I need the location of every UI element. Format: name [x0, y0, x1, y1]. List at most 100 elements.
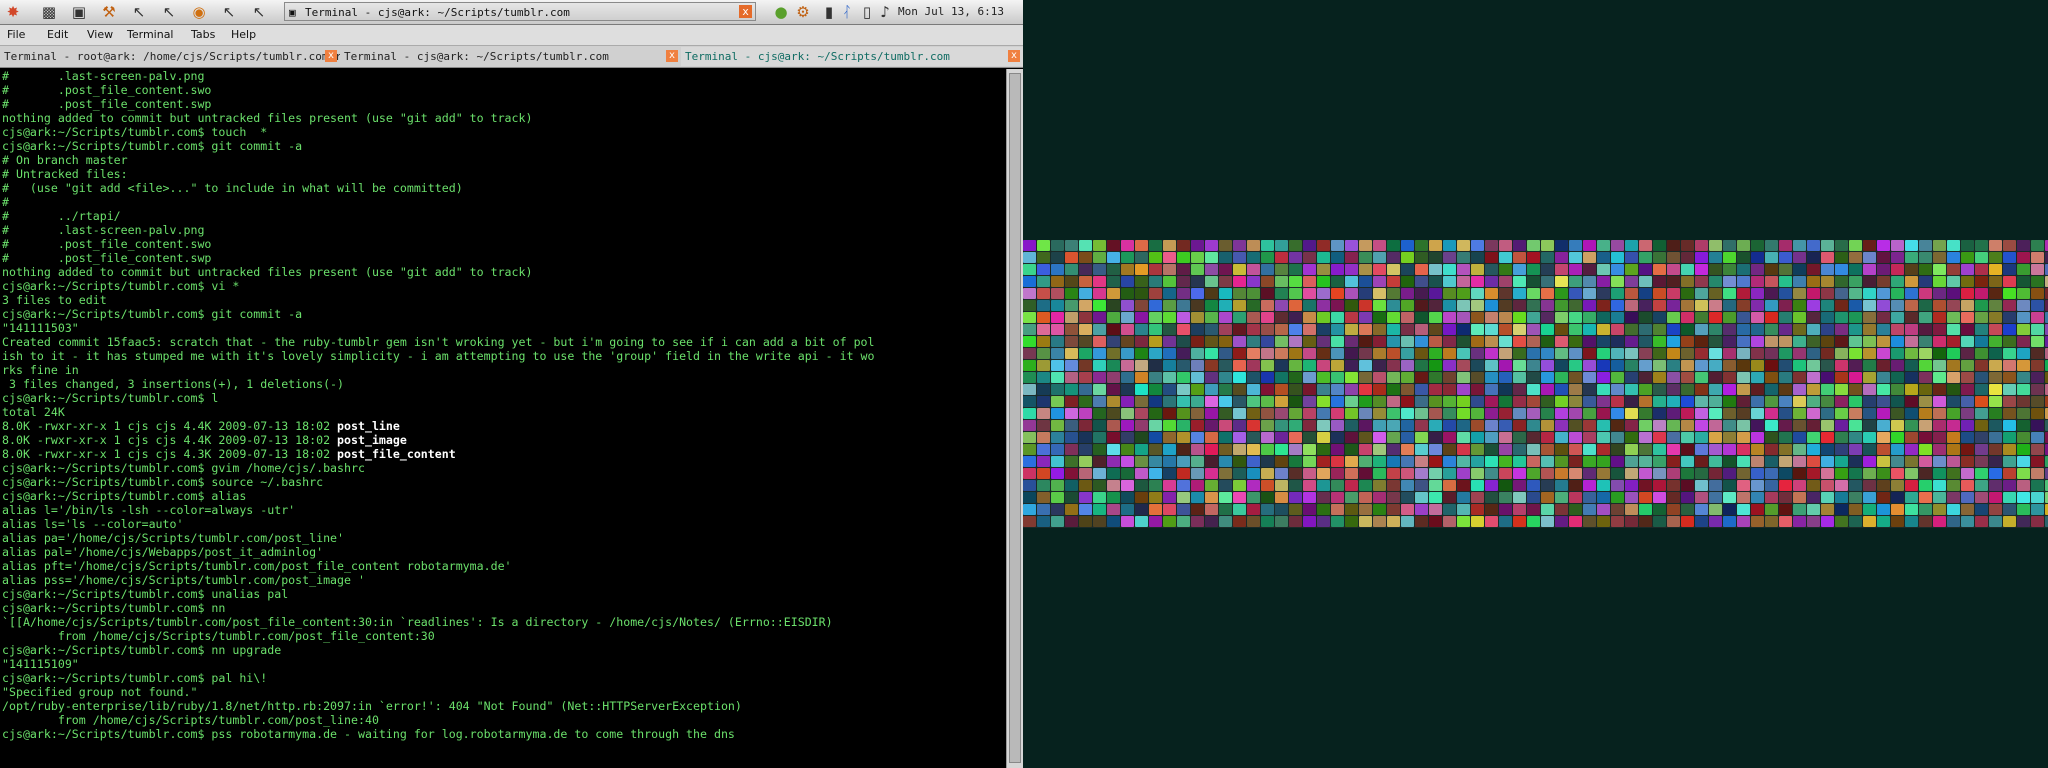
wallpaper-tile — [2031, 276, 2044, 287]
wallpaper-tile — [1471, 408, 1484, 419]
terminal-line: cjs@ark:~/Scripts/tumblr.com$ git commit… — [2, 307, 302, 321]
battery-icon[interactable]: ▯ — [858, 3, 876, 21]
wallpaper-tile — [1317, 480, 1330, 491]
wallpaper-tile — [1681, 300, 1694, 311]
wallpaper-tile — [1499, 516, 1512, 527]
pointer-icon[interactable]: ↖ — [130, 3, 148, 21]
menu-help[interactable]: Help — [231, 25, 256, 45]
file-manager-icon[interactable]: ▩ — [40, 3, 58, 21]
wallpaper-tile — [1065, 432, 1078, 443]
menu-view[interactable]: View — [87, 25, 113, 45]
close-icon[interactable]: x — [739, 5, 752, 18]
wallpaper-tile — [1877, 492, 1890, 503]
wallpaper-tile — [1863, 492, 1876, 503]
terminal-scrollbar[interactable] — [1006, 69, 1023, 768]
wallpaper-tile — [1485, 252, 1498, 263]
wallpaper-tile — [1611, 444, 1624, 455]
wallpaper-tile — [1163, 348, 1176, 359]
wallpaper-tile — [1737, 372, 1750, 383]
wallpaper-tile — [1835, 408, 1848, 419]
pointer-icon[interactable]: ↖ — [220, 3, 238, 21]
wallpaper-tile — [1513, 240, 1526, 251]
terminal-file-name: post_file_content — [337, 447, 456, 461]
wallpaper-tile — [1289, 408, 1302, 419]
wallpaper-tile — [1149, 300, 1162, 311]
wallpaper-tile — [1415, 516, 1428, 527]
wallpaper-tile — [1919, 288, 1932, 299]
wallpaper-tile — [1933, 444, 1946, 455]
pointer-icon[interactable]: ↖ — [160, 3, 178, 21]
wallpaper-tile — [1373, 504, 1386, 515]
wallpaper-tile — [1569, 420, 1582, 431]
wallpaper-tile — [1485, 504, 1498, 515]
wallpaper-tile — [1583, 300, 1596, 311]
wallpaper-tile — [1247, 468, 1260, 479]
menu-file[interactable]: File — [7, 25, 25, 45]
menu-edit[interactable]: Edit — [47, 25, 68, 45]
wallpaper-tile — [1681, 444, 1694, 455]
wallpaper-tile — [1597, 240, 1610, 251]
close-icon[interactable]: x — [666, 50, 678, 62]
wallpaper-tile — [1975, 468, 1988, 479]
wallpaper-tile — [1835, 300, 1848, 311]
wallpaper-tile — [1443, 480, 1456, 491]
close-icon[interactable]: x — [325, 50, 337, 62]
wallpaper-tile — [1499, 396, 1512, 407]
wallpaper-tile — [1821, 288, 1834, 299]
terminal-icon[interactable]: ▣ — [70, 3, 88, 21]
wallpaper-tile — [2003, 276, 2016, 287]
wallpaper-tile — [1261, 252, 1274, 263]
tools-icon[interactable]: ⚒ — [100, 3, 118, 21]
firefox-icon[interactable]: ◉ — [190, 3, 208, 21]
wallpaper-tile — [1471, 276, 1484, 287]
wallpaper-tile — [1317, 360, 1330, 371]
wallpaper-tile — [1499, 504, 1512, 515]
wallpaper-tile — [2031, 516, 2044, 527]
terminal-output[interactable]: # .last-screen-palv.png # .post_file_cont… — [0, 69, 1005, 768]
wallpaper-tile — [1681, 336, 1694, 347]
pointer-icon[interactable]: ↖ — [250, 3, 268, 21]
network-icon[interactable]: ● — [772, 3, 790, 21]
volume-icon[interactable]: ♪ — [876, 3, 894, 21]
wallpaper-tile — [1401, 264, 1414, 275]
tab-cjs-terminal[interactable]: Terminal - cjs@ark: ~/Scripts/tumblr.com… — [340, 47, 681, 66]
wallpaper-tile — [1849, 480, 1862, 491]
settings-icon[interactable]: ⚙ — [794, 3, 812, 21]
wallpaper-tile — [1429, 456, 1442, 467]
wallpaper-tile — [1499, 324, 1512, 335]
wallpaper-tile — [1667, 240, 1680, 251]
wallpaper-tile — [1219, 384, 1232, 395]
wallpaper-tile — [1205, 492, 1218, 503]
menu-terminal[interactable]: Terminal — [127, 25, 174, 45]
wallpaper-tile — [1681, 468, 1694, 479]
wallpaper-tile — [1023, 396, 1036, 407]
wallpaper-tile — [1821, 504, 1834, 515]
tab-cjs-terminal-active[interactable]: Terminal - cjs@ark: ~/Scripts/tumblr.com… — [681, 47, 1023, 66]
close-icon[interactable]: x — [1008, 50, 1020, 62]
menu-tabs[interactable]: Tabs — [191, 25, 215, 45]
wallpaper-tile — [1555, 504, 1568, 515]
wallpaper-tile — [1877, 516, 1890, 527]
terminal-line-text: alias ls='ls --color=auto' — [2, 517, 184, 531]
wallpaper-tile — [1261, 456, 1274, 467]
wallpaper-tile — [1807, 252, 1820, 263]
ubuntu-logo-icon[interactable]: ✸ — [4, 3, 22, 21]
terminal-line: "141111503" — [2, 321, 79, 335]
wallpaper-tile — [1639, 504, 1652, 515]
wallpaper-tile — [1513, 480, 1526, 491]
wallpaper-tile — [1807, 288, 1820, 299]
bluetooth-icon[interactable]: ᛮ — [838, 3, 856, 21]
wallpaper-tile — [1093, 444, 1106, 455]
wallpaper-tile — [1947, 264, 1960, 275]
scrollbar-thumb[interactable] — [1009, 73, 1021, 763]
wallpaper-tile — [1961, 468, 1974, 479]
wallpaper-tile — [1653, 300, 1666, 311]
wallpaper-tile — [1723, 456, 1736, 467]
wallpaper-tile — [1667, 288, 1680, 299]
wallpaper-tile — [1765, 252, 1778, 263]
wallpaper-tile — [1135, 264, 1148, 275]
wallpaper-tile — [1471, 336, 1484, 347]
wallpaper-tile — [1681, 372, 1694, 383]
taskbar-window-button[interactable]: ▣ Terminal - cjs@ark: ~/Scripts/tumblr.c… — [284, 2, 756, 21]
tab-root-terminal[interactable]: Terminal - root@ark: /home/cjs/Scripts/t… — [0, 47, 340, 66]
